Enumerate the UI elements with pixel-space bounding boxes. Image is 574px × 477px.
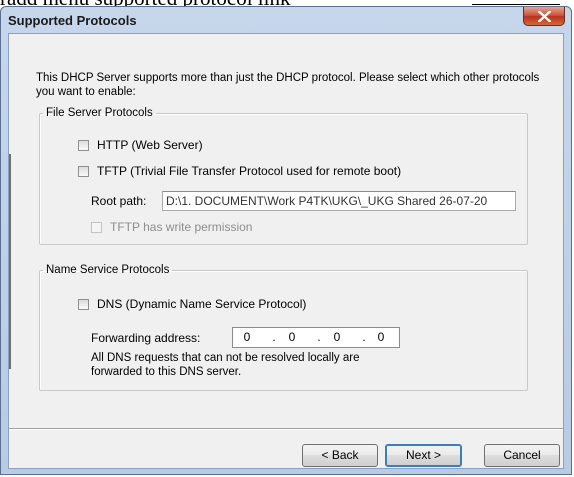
ip-octet-2[interactable]: 0 xyxy=(285,330,299,344)
forwarding-address-label: Forwarding address: xyxy=(91,331,201,345)
root-path-label: Root path: xyxy=(91,194,147,208)
root-path-input[interactable]: D:\1. DOCUMENT\Work P4TK\UKG\_UKG Shared… xyxy=(162,191,516,211)
next-button[interactable]: Next > xyxy=(385,444,462,467)
tftp-write-label: TFTP has write permission xyxy=(110,220,253,234)
dialog-window: Supported Protocols This DHCP Server sup… xyxy=(0,6,572,475)
tftp-checkbox[interactable] xyxy=(78,165,89,177)
cancel-button[interactable]: Cancel xyxy=(484,444,560,467)
back-button[interactable]: < Back xyxy=(302,444,378,467)
file-server-protocols-legend: File Server Protocols xyxy=(46,107,153,119)
window-edge-shadow xyxy=(9,154,11,369)
intro-text: This DHCP Server supports more than just… xyxy=(36,72,540,98)
background-link-underline xyxy=(472,4,560,5)
dns-checkbox[interactable] xyxy=(78,298,89,310)
dns-note: All DNS requests that can not be resolve… xyxy=(91,352,360,378)
ip-dot: . xyxy=(362,330,366,344)
tftp-checkbox-row[interactable]: TFTP (Trivial File Transfer Protocol use… xyxy=(78,164,401,178)
tftp-write-checkbox-row: TFTP has write permission xyxy=(91,220,252,234)
dns-label: DNS (Dynamic Name Service Protocol) xyxy=(97,297,307,311)
ip-dot: . xyxy=(272,330,276,344)
close-icon xyxy=(538,11,551,22)
tftp-label: TFTP (Trivial File Transfer Protocol use… xyxy=(97,164,402,178)
ip-octet-4[interactable]: 0 xyxy=(374,330,388,344)
ip-octet-1[interactable]: 0 xyxy=(240,330,254,344)
dialog-client-area: This DHCP Server supports more than just… xyxy=(8,33,564,469)
title-bar[interactable]: Supported Protocols xyxy=(1,7,571,33)
forwarding-address-input[interactable]: 0 . 0 . 0 . 0 xyxy=(232,327,400,348)
button-area-separator xyxy=(9,428,563,430)
http-checkbox[interactable] xyxy=(78,139,89,151)
dialog-title: Supported Protocols xyxy=(8,13,137,28)
close-button[interactable] xyxy=(523,7,565,26)
ip-dot: . xyxy=(317,330,321,344)
http-checkbox-row[interactable]: HTTP (Web Server) xyxy=(78,138,203,152)
http-label: HTTP (Web Server) xyxy=(97,138,203,152)
ip-octet-3[interactable]: 0 xyxy=(330,330,344,344)
name-service-protocols-legend: Name Service Protocols xyxy=(46,264,170,276)
dns-checkbox-row[interactable]: DNS (Dynamic Name Service Protocol) xyxy=(78,297,306,311)
tftp-write-checkbox xyxy=(91,221,102,233)
